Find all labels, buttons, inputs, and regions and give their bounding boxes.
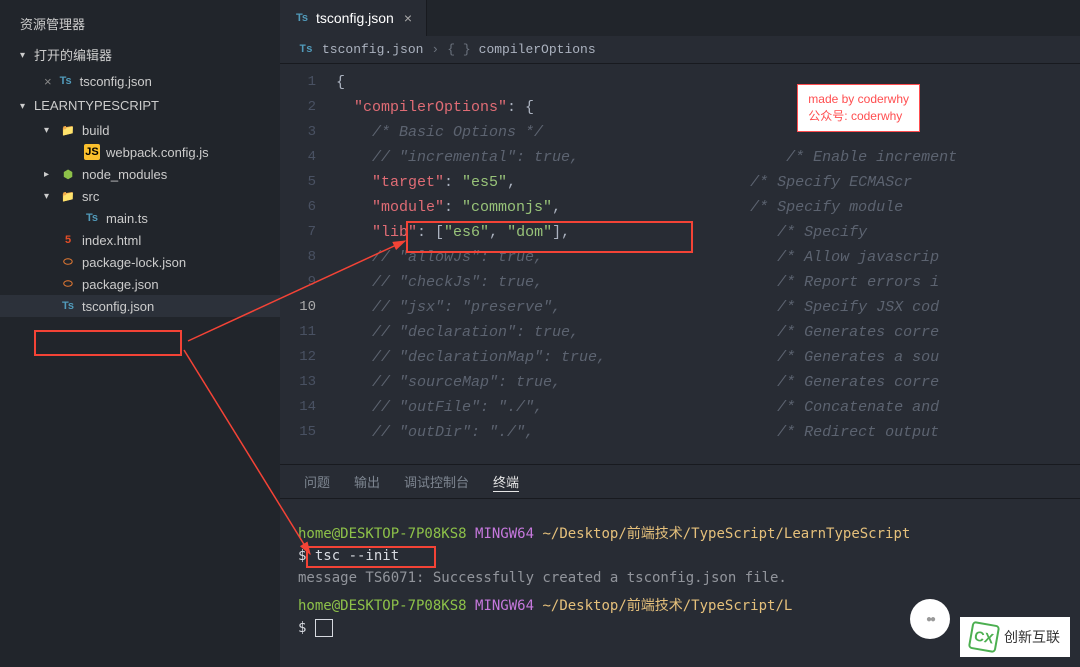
nodejs-icon: ⬢ <box>60 166 76 182</box>
line-number: 14 <box>280 395 336 420</box>
tree-item-label: src <box>82 189 99 204</box>
chevron-down-icon: ▾ <box>44 191 54 201</box>
breadcrumb-file: tsconfig.json <box>322 42 423 57</box>
wechat-icon <box>910 599 950 639</box>
line-number: 10 <box>280 295 336 320</box>
tree-item[interactable]: 5 index.html <box>0 229 280 251</box>
tree-item[interactable]: Ts main.ts <box>0 207 280 229</box>
open-editors-label: 打开的编辑器 <box>34 45 112 64</box>
code-line: // "declarationMap": true, /* Generates … <box>336 345 1080 370</box>
breadcrumb-symbol: compilerOptions <box>479 42 596 57</box>
tree-item[interactable]: Ts tsconfig.json <box>0 295 280 317</box>
ts-icon: Ts <box>294 10 310 26</box>
watermark: CX 创新互联 <box>960 617 1070 657</box>
chevron-down-icon: ▾ <box>20 50 30 60</box>
line-number: 6 <box>280 195 336 220</box>
code-line: // "sourceMap": true, /* Generates corre <box>336 370 1080 395</box>
code-line: "lib": ["es6", "dom"], /* Specify <box>336 220 1080 245</box>
code-line: /* Basic Options */ <box>336 120 1080 145</box>
ts-icon: Ts <box>298 42 314 58</box>
terminal-line: $ tsc --init <box>298 545 1062 567</box>
editor-tab[interactable]: Ts tsconfig.json × <box>280 0 427 36</box>
json-icon: ⬭ <box>60 276 76 292</box>
line-number: 5 <box>280 170 336 195</box>
chevron-right-icon: ▸ <box>44 169 54 179</box>
tab-label: tsconfig.json <box>316 10 394 26</box>
js-icon: JS <box>84 144 100 160</box>
line-number: 4 <box>280 145 336 170</box>
code-editor[interactable]: 123456789101112131415 { "compilerOptions… <box>280 64 1080 464</box>
panel-tab-bar: 问题 输出 调试控制台 终端 <box>280 465 1080 499</box>
code-area[interactable]: { "compilerOptions": { /* Basic Options … <box>336 64 1080 464</box>
open-editor-item[interactable]: × Ts tsconfig.json <box>0 70 280 92</box>
open-editors-section[interactable]: ▾ 打开的编辑器 <box>0 39 280 70</box>
code-line: { <box>336 70 1080 95</box>
code-line: "module": "commonjs", /* Specify module <box>336 195 1080 220</box>
html-icon: 5 <box>60 232 76 248</box>
line-number: 11 <box>280 320 336 345</box>
tree-item-label: main.ts <box>106 211 148 226</box>
close-icon[interactable]: × <box>44 74 52 89</box>
tree-item-label: index.html <box>82 233 141 248</box>
tree-item-label: package.json <box>82 277 159 292</box>
explorer-title: 资源管理器 <box>0 8 280 39</box>
line-number: 2 <box>280 95 336 120</box>
code-line: // "incremental": true, /* Enable increm… <box>336 145 1080 170</box>
list-item-label: tsconfig.json <box>80 74 152 89</box>
panel-tab-debug-console[interactable]: 调试控制台 <box>404 472 469 491</box>
chevron-right-icon: › <box>431 42 439 57</box>
project-name-label: LEARNTYPESCRIPT <box>34 98 159 113</box>
code-line: "compilerOptions": { <box>336 95 1080 120</box>
code-line: // "jsx": "preserve", /* Specify JSX cod <box>336 295 1080 320</box>
line-number: 8 <box>280 245 336 270</box>
line-number: 12 <box>280 345 336 370</box>
panel-tab-problems[interactable]: 问题 <box>304 472 330 491</box>
panel-tab-output[interactable]: 输出 <box>354 472 380 491</box>
json-icon: ⬭ <box>60 254 76 270</box>
code-line: // "outDir": "./", /* Redirect output <box>336 420 1080 445</box>
ts-icon: Ts <box>84 210 100 226</box>
tree-item[interactable]: ⬭ package.json <box>0 273 280 295</box>
tree-item[interactable]: ⬭ package-lock.json <box>0 251 280 273</box>
project-root[interactable]: ▾ LEARNTYPESCRIPT <box>0 92 280 119</box>
line-number: 9 <box>280 270 336 295</box>
line-number: 3 <box>280 120 336 145</box>
tree-item[interactable]: ▾ 📁 src <box>0 185 280 207</box>
watermark-logo: CX <box>968 621 1000 653</box>
code-line: // "checkJs": true, /* Report errors i <box>336 270 1080 295</box>
tree-item-label: node_modules <box>82 167 167 182</box>
chevron-down-icon: ▾ <box>44 125 54 135</box>
terminal-line: home@DESKTOP-7P08KS8 MINGW64 ~/Desktop/前… <box>298 523 1062 545</box>
tree-item-label: package-lock.json <box>82 255 186 270</box>
tree-item[interactable]: JS webpack.config.js <box>0 141 280 163</box>
tree-item-label: build <box>82 123 109 138</box>
ts-icon: Ts <box>60 298 76 314</box>
line-number: 7 <box>280 220 336 245</box>
braces-icon: { } <box>447 42 470 57</box>
code-line: // "allowJs": true, /* Allow javascrip <box>336 245 1080 270</box>
code-line: // "outFile": "./", /* Concatenate and <box>336 395 1080 420</box>
editor-tab-bar: Ts tsconfig.json × <box>280 0 1080 36</box>
breadcrumb[interactable]: Ts tsconfig.json › { } compilerOptions <box>280 36 1080 64</box>
tree-item-label: tsconfig.json <box>82 299 154 314</box>
code-line: // "declaration": true, /* Generates cor… <box>336 320 1080 345</box>
terminal-line: message TS6071: Successfully created a t… <box>298 567 1062 589</box>
line-number: 15 <box>280 420 336 445</box>
folder-icon: 📁 <box>60 122 76 138</box>
line-number: 1 <box>280 70 336 95</box>
watermark-text: 创新互联 <box>1004 627 1060 647</box>
line-number-gutter: 123456789101112131415 <box>280 64 336 464</box>
panel-tab-terminal[interactable]: 终端 <box>493 472 519 492</box>
code-line: "target": "es5", /* Specify ECMAScr <box>336 170 1080 195</box>
ts-icon: Ts <box>58 73 74 89</box>
close-icon[interactable]: × <box>404 10 412 26</box>
author-note: made by coderwhy 公众号: coderwhy <box>797 84 920 132</box>
tree-item[interactable]: ▸ ⬢ node_modules <box>0 163 280 185</box>
tree-item-label: webpack.config.js <box>106 145 209 160</box>
tree-item[interactable]: ▾ 📁 build <box>0 119 280 141</box>
line-number: 13 <box>280 370 336 395</box>
explorer-sidebar: 资源管理器 ▾ 打开的编辑器 × Ts tsconfig.json ▾ LEARNT… <box>0 0 280 667</box>
chevron-down-icon: ▾ <box>20 101 30 111</box>
folder-icon: 📁 <box>60 188 76 204</box>
